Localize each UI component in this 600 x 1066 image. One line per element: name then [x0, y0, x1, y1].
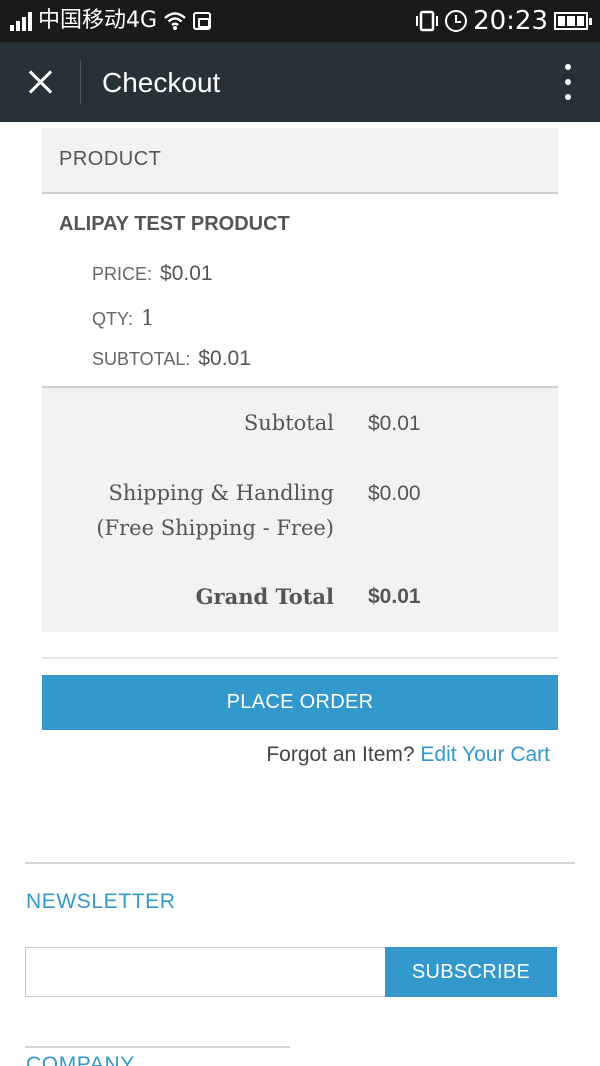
vibrate-icon	[416, 10, 439, 32]
product-table-header: PRODUCT	[42, 128, 558, 194]
newsletter-heading: NEWSLETTER	[26, 890, 176, 913]
more-vert-icon[interactable]	[564, 64, 572, 100]
app-bar: Checkout	[0, 42, 600, 122]
totals-panel: Subtotal $0.01 Shipping & Handling (Free…	[42, 386, 558, 632]
carrier-label: 中国移动4G	[38, 8, 158, 33]
footer-divider	[25, 862, 575, 864]
item-subtotal-value: $0.01	[198, 347, 251, 370]
place-order-button[interactable]: PLACE ORDER	[42, 675, 558, 730]
product-name: ALIPAY TEST PRODUCT	[59, 213, 290, 235]
product-column-header: PRODUCT	[59, 148, 162, 170]
price-value: $0.01	[160, 262, 213, 285]
qty-row: QTY: 1	[92, 306, 154, 330]
divider	[42, 657, 558, 659]
subscribe-button[interactable]: SUBSCRIBE	[385, 947, 557, 997]
status-bar: 中国移动4G 20:23	[0, 0, 600, 42]
subtotal-value: $0.01	[368, 412, 421, 435]
close-icon[interactable]	[18, 60, 62, 104]
sim-icon	[193, 12, 212, 30]
edit-cart-link[interactable]: Edit Your Cart	[420, 743, 550, 766]
newsletter-email-input[interactable]	[25, 947, 387, 997]
qty-label: QTY:	[92, 309, 134, 329]
app-bar-divider	[80, 60, 81, 104]
shipping-label-line1: Shipping & Handling	[108, 481, 334, 505]
price-row: PRICE: $0.01	[92, 262, 213, 286]
clock-time: 20:23	[473, 6, 548, 36]
company-divider	[25, 1046, 290, 1048]
qty-value: 1	[141, 306, 155, 330]
company-heading: COMPANY	[26, 1053, 135, 1066]
status-right: 20:23	[415, 6, 592, 36]
alarm-icon	[445, 10, 468, 32]
subtotal-row: SUBTOTAL: $0.01	[92, 347, 251, 371]
signal-icon	[10, 11, 32, 31]
status-left: 中国移动4G	[10, 6, 212, 36]
forgot-item-label: Forgot an Item?	[266, 743, 415, 766]
grand-total-label: Grand Total	[195, 584, 334, 609]
shipping-label-line2: (Free Shipping - Free)	[96, 516, 334, 540]
wifi-icon	[164, 12, 186, 30]
shipping-value: $0.00	[368, 482, 421, 505]
battery-icon	[554, 12, 592, 30]
price-label: PRICE:	[92, 264, 153, 284]
grand-total-value: $0.01	[368, 585, 421, 608]
page-title: Checkout	[102, 67, 221, 98]
item-subtotal-label: SUBTOTAL:	[92, 349, 191, 369]
subtotal-label: Subtotal	[243, 411, 334, 435]
shipping-label: Shipping & Handling (Free Shipping - Fre…	[96, 476, 334, 546]
forgot-item-text: Forgot an Item? Edit Your Cart	[266, 740, 550, 770]
